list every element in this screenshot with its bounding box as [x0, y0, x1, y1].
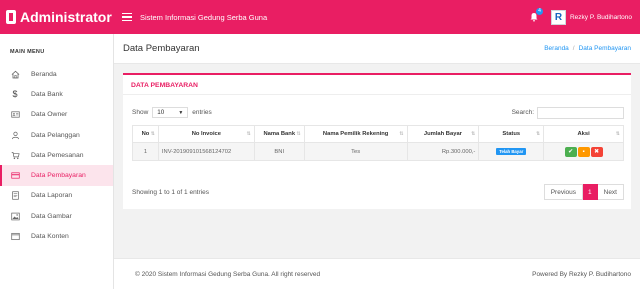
cell-invoice: INV-20190910156812470​2: [157, 142, 255, 161]
next-button[interactable]: Next: [597, 184, 624, 200]
sort-icon: ⇅: [535, 131, 541, 137]
sidebar-item-label: Data Gambar: [31, 212, 72, 220]
image-icon: [10, 211, 20, 221]
chevron-down-icon: ▼: [178, 109, 184, 116]
status-badge: Telah Bayar: [496, 148, 527, 155]
dollar-icon: $: [12, 89, 18, 100]
menu-title: MAIN MENU: [10, 49, 45, 55]
brand-logo-icon: [6, 10, 16, 24]
payment-table: No ⇅ No Invoice ⇅ Nama Bank ⇅ Nama Pemilik …: [132, 125, 624, 161]
main-content: Data Pembayaran Beranda / Data Pembayaran …: [114, 34, 640, 289]
card-title: DATA PEMBAYARAN: [131, 82, 198, 89]
cell-bank: BNI: [253, 142, 305, 161]
payment-card: DATA PEMBAYARAN Show 10 ▼ entries Search…: [123, 73, 631, 209]
sort-icon: ⇅: [399, 131, 404, 137]
cell-status: Telah Bayar: [478, 142, 545, 161]
table-row: 1 INV-20190910156812470​2 BNI Tes Rp.300…: [132, 142, 624, 161]
sort-icon: ⇅: [615, 131, 620, 137]
sidebar-item-label: Beranda: [31, 70, 57, 78]
table-controls: Show 10 ▼ entries Search:: [132, 106, 624, 119]
column-header-no[interactable]: No ⇅: [132, 125, 159, 143]
notification-badge: 4: [535, 8, 543, 15]
sidebar-item-label: Data Pembayaran: [31, 172, 86, 180]
brand-name: Administrator: [20, 9, 112, 25]
entries-select-value: 10: [157, 109, 165, 116]
check-icon: ✔: [568, 148, 574, 155]
breadcrumb-current: Data Pembayaran: [578, 45, 631, 52]
delete-button[interactable]: ✖: [590, 146, 603, 157]
sidebar-item-data-gambar[interactable]: Data Gambar: [0, 206, 113, 226]
page-title: Data Pembayaran: [123, 43, 200, 54]
sidebar-item-label: Data Pemesanan: [31, 151, 84, 159]
sort-icon: ⇅: [246, 131, 251, 137]
column-header-amount[interactable]: Jumlah Bayar ⇅: [406, 125, 480, 143]
entries-label: entries: [192, 109, 212, 116]
sidebar-item-label: Data Laporan: [31, 192, 73, 200]
breadcrumb-home-link[interactable]: Beranda: [544, 45, 569, 52]
sidebar: MAIN MENU Beranda $ Data Bank Data Owner…: [0, 34, 114, 289]
menu-toggle-icon[interactable]: [122, 12, 132, 22]
footer-credit: Powered By Rezky P. Budihartono: [532, 270, 631, 278]
column-header-status[interactable]: Status ⇅: [478, 125, 545, 143]
trash-icon: ✖: [594, 148, 600, 155]
page-button-current[interactable]: 1: [583, 184, 598, 200]
window-icon: [10, 232, 20, 242]
cell-action: ✔ ▪ ✖: [543, 142, 624, 161]
sidebar-item-data-laporan[interactable]: Data Laporan: [0, 186, 113, 206]
credit-card-icon: [10, 171, 20, 181]
brand[interactable]: Administrator: [0, 0, 114, 34]
avatar[interactable]: R: [550, 9, 566, 25]
pagination: Previous 1 Next: [543, 184, 624, 200]
sort-icon: ⇅: [471, 131, 476, 137]
sidebar-item-data-konten[interactable]: Data Konten: [0, 226, 113, 246]
column-header-action[interactable]: Aksi ⇅: [543, 125, 624, 143]
search-input[interactable]: [537, 106, 624, 119]
sort-icon: ⇅: [296, 131, 301, 137]
footer: © 2020 Sistem Informasi Gedung Serba Gun…: [114, 258, 640, 289]
sidebar-item-data-pembayaran[interactable]: Data Pembayaran: [0, 165, 113, 187]
user-name[interactable]: Rezky P. Budihartono: [570, 14, 632, 21]
sidebar-item-label: Data Konten: [31, 233, 69, 241]
entries-select[interactable]: 10 ▼: [152, 107, 189, 118]
sidebar-item-data-bank[interactable]: $ Data Bank: [0, 84, 113, 104]
cell-owner: Tes: [303, 142, 408, 161]
notification-bell-icon[interactable]: 4: [529, 8, 543, 22]
breadcrumb: Beranda / Data Pembayaran: [544, 45, 631, 52]
sidebar-item-label: Data Bank: [31, 90, 63, 98]
cell-amount: Rp.300.000,-: [406, 142, 480, 161]
search-label: Search:: [511, 109, 534, 116]
id-card-icon: [10, 110, 20, 120]
sidebar-item-data-owner[interactable]: Data Owner: [0, 105, 113, 125]
breadcrumb-separator: /: [572, 45, 575, 52]
user-icon: [10, 130, 20, 140]
column-header-bank[interactable]: Nama Bank ⇅: [253, 125, 305, 143]
table-info: Showing 1 to 1 of 1 entries: [132, 189, 209, 196]
confirm-button[interactable]: ✔: [564, 146, 577, 157]
app-title: Sistem Informasi Gedung Serba Guna: [140, 12, 268, 22]
sidebar-item-beranda[interactable]: Beranda: [0, 64, 113, 84]
home-icon: [10, 69, 20, 79]
column-header-owner[interactable]: Nama Pemilik Rekening ⇅: [303, 125, 408, 143]
top-navbar: Administrator Sistem Informasi Gedung Se…: [0, 0, 640, 34]
card-divider: [123, 94, 631, 95]
sidebar-item-label: Data Owner: [31, 111, 68, 119]
show-label: Show: [132, 109, 149, 116]
sort-icon: ⇅: [150, 131, 155, 137]
previous-button[interactable]: Previous: [543, 184, 583, 200]
document-icon: ▪: [582, 148, 585, 155]
sidebar-item-label: Data Pelanggan: [31, 131, 80, 139]
sidebar-item-data-pemesanan[interactable]: Data Pemesanan: [0, 145, 113, 165]
page-header: Data Pembayaran Beranda / Data Pembayaran: [114, 34, 640, 64]
view-button[interactable]: ▪: [577, 146, 590, 157]
column-header-invoice[interactable]: No Invoice ⇅: [157, 125, 255, 143]
sidebar-item-data-pelanggan[interactable]: Data Pelanggan: [0, 125, 113, 145]
cart-icon: [10, 150, 20, 160]
report-icon: [10, 191, 20, 201]
cell-no: 1: [132, 142, 159, 161]
footer-copyright: © 2020 Sistem Informasi Gedung Serba Gun…: [135, 270, 321, 278]
table-header-row: No ⇅ No Invoice ⇅ Nama Bank ⇅ Nama Pemilik …: [132, 125, 624, 143]
